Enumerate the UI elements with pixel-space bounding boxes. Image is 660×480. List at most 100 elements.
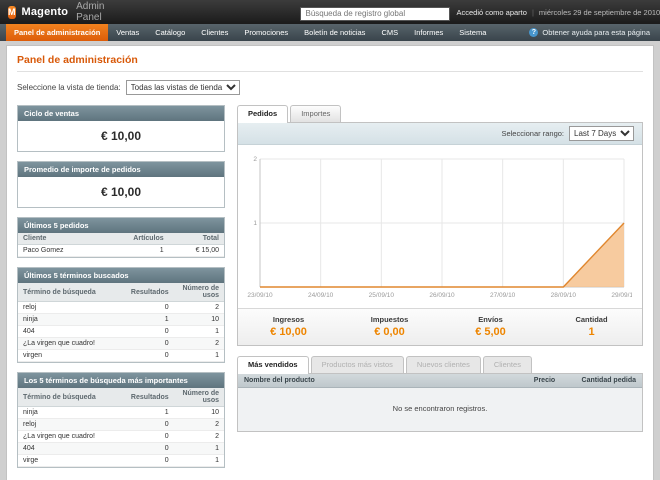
svg-text:25/09/10: 25/09/10 <box>369 292 395 299</box>
store-view-select[interactable]: Todas las vistas de tienda <box>125 80 240 95</box>
table-cell: virge <box>18 454 126 467</box>
stat-revenue-label: Ingresos <box>272 315 305 324</box>
table-row: virgen 0 1 <box>18 349 224 362</box>
stat-revenue: Ingresos € 10,00 <box>238 315 339 338</box>
top-search-terms-table: Término de búsqueda Resultados Número de u… <box>18 388 224 467</box>
totals-row: Ingresos € 10,00 Impuestos € 0,00 Envíos… <box>238 308 642 345</box>
last-search-terms-table: Término de búsqueda Resultados Número de u… <box>18 283 224 362</box>
stat-quantity-label: Cantidad <box>575 315 608 324</box>
table-row: virge 0 1 <box>18 454 224 467</box>
table-cell: 1 <box>173 325 224 338</box>
dashboard-left-column: Ciclo de ventas € 10,00 Promedio de impo… <box>17 105 225 468</box>
last-orders-box: Últimos 5 pedidos Cliente Artículos Total … <box>17 217 225 258</box>
orders-chart: 1 2 23/09/10 24/09/10 25/09/10 26/09/10 27/09/… <box>238 145 642 308</box>
lifetime-sales-box: Ciclo de ventas € 10,00 <box>17 105 225 152</box>
table-cell: 2 <box>173 430 224 443</box>
table-cell: reloj <box>18 418 126 431</box>
column-header: Total <box>168 233 224 245</box>
range-bar: Seleccionar rango: Last 7 Days <box>238 123 642 145</box>
table-row: ninja 1 10 <box>18 313 224 326</box>
tab-most-viewed[interactable]: Productos más vistos <box>310 356 404 373</box>
table-cell: 2 <box>173 337 224 350</box>
table-cell: 1 <box>173 442 224 455</box>
table-cell: 0 <box>125 325 174 338</box>
table-cell: reloj <box>18 301 126 314</box>
svg-text:28/09/10: 28/09/10 <box>551 292 577 299</box>
top-bar: M Magento Admin Panel Accedió como apart… <box>0 0 660 24</box>
page-title: Panel de administración <box>17 54 643 72</box>
column-header: Número de usos <box>173 388 224 407</box>
nav-item-sales[interactable]: Ventas <box>108 24 147 41</box>
stat-shipping-label: Envíos <box>478 315 503 324</box>
nav-item-customers[interactable]: Clientes <box>193 24 236 41</box>
stat-shipping: Envíos € 5,00 <box>440 315 541 338</box>
logo-text: Magento <box>21 6 69 18</box>
grid-empty-message: No se encontraron registros. <box>238 388 642 431</box>
last-search-terms-title: Últimos 5 términos buscados <box>18 268 224 283</box>
nav-item-catalog[interactable]: Catálogo <box>147 24 193 41</box>
average-orders-title: Promedio de importe de pedidos <box>18 162 224 177</box>
column-header: Nombre del producto <box>238 374 489 388</box>
average-orders-box: Promedio de importe de pedidos € 10,00 <box>17 161 225 208</box>
table-cell: 10 <box>173 406 224 419</box>
range-select[interactable]: Last 7 Days <box>569 126 634 141</box>
bestsellers-panel: Nombre del producto Precio Cantidad pedida… <box>237 373 643 432</box>
table-cell: 404 <box>18 442 126 455</box>
tab-bestsellers[interactable]: Más vendidos <box>237 356 309 374</box>
table-cell: 0 <box>125 301 174 314</box>
column-header: Resultados <box>125 388 174 407</box>
logo-subtext: Admin Panel <box>76 1 105 23</box>
table-cell: 0 <box>125 430 174 443</box>
current-date: miércoles 29 de septiembre de 2010 <box>538 7 660 17</box>
last-orders-table: Cliente Artículos Total Paco Gomez 1 € 15,00 <box>18 233 224 257</box>
stat-tax-value: € 0,00 <box>374 326 405 338</box>
tab-new-customers[interactable]: Nuevos clientes <box>405 356 481 373</box>
stat-revenue-value: € 10,00 <box>270 326 307 338</box>
stat-shipping-value: € 5,00 <box>475 326 506 338</box>
column-header: Término de búsqueda <box>18 283 126 302</box>
svg-text:24/09/10: 24/09/10 <box>308 292 334 299</box>
table-row: 404 0 1 <box>18 325 224 338</box>
separator: | <box>531 7 534 17</box>
help-icon: ? <box>529 28 539 37</box>
nav-item-cms[interactable]: CMS <box>373 24 406 41</box>
help-link[interactable]: ? Obtener ayuda para esta página <box>529 24 660 41</box>
magento-logo-icon: M <box>8 5 16 19</box>
table-cell: 1 <box>101 244 169 257</box>
tab-amounts[interactable]: Importes <box>290 105 342 122</box>
table-cell: ¿La virgen que cuadro! <box>18 337 126 350</box>
area-chart-svg: 1 2 23/09/10 24/09/10 25/09/10 26/09/10 27/09/… <box>247 156 637 299</box>
tab-orders[interactable]: Pedidos <box>237 105 289 123</box>
svg-text:1: 1 <box>253 220 257 227</box>
nav-item-reports[interactable]: Informes <box>406 24 451 41</box>
table-cell: 0 <box>125 418 174 431</box>
tab-customers[interactable]: Clientes <box>482 356 532 373</box>
table-cell: 1 <box>125 406 174 419</box>
average-orders-value: € 10,00 <box>18 177 224 207</box>
table-cell: 2 <box>173 301 224 314</box>
help-label: Obtener ayuda para esta página <box>542 28 650 37</box>
logged-in-text: Accedió como aparto <box>456 7 527 17</box>
top-search-terms-box: Los 5 términos de búsqueda más important… <box>17 372 225 468</box>
global-search-input[interactable] <box>300 6 451 21</box>
nav-item-system[interactable]: Sistema <box>451 24 494 41</box>
column-header: Cliente <box>18 233 102 245</box>
nav-item-promotions[interactable]: Promociones <box>236 24 296 41</box>
svg-text:27/09/10: 27/09/10 <box>490 292 516 299</box>
column-header: Artículos <box>101 233 169 245</box>
nav-item-dashboard[interactable]: Panel de administración <box>6 24 109 41</box>
nav-item-newsletter[interactable]: Boletín de noticias <box>296 24 373 41</box>
orders-area-chart: 1 2 23/09/10 24/09/10 25/09/10 26/09/10 27/09/… <box>244 153 637 306</box>
table-cell: virgen <box>18 349 126 362</box>
store-view-label: Seleccione la vista de tienda: <box>17 83 121 92</box>
table-cell: € 15,00 <box>168 244 224 257</box>
table-cell: 0 <box>125 454 174 467</box>
table-cell: 1 <box>173 454 224 467</box>
bestsellers-grid: Nombre del producto Precio Cantidad pedida <box>238 374 642 388</box>
last-orders-title: Últimos 5 pedidos <box>18 218 224 233</box>
table-cell: 1 <box>173 349 224 362</box>
svg-text:2: 2 <box>253 156 257 163</box>
table-row: ¿La virgen que cuadro! 0 2 <box>18 337 224 350</box>
chart-tabs: Pedidos Importes <box>237 105 643 123</box>
products-tabs: Más vendidos Productos más vistos Nuevos… <box>237 356 643 374</box>
